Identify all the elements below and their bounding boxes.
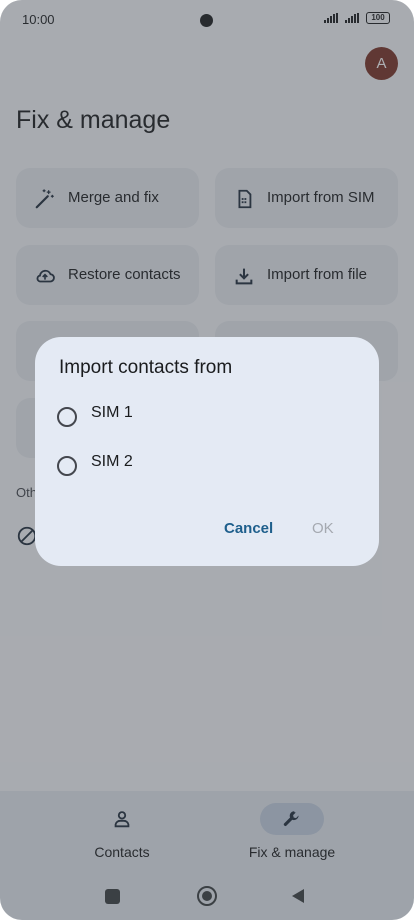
import-contacts-dialog: Import contacts from SIM 1 SIM 2 Cancel … [35, 337, 379, 566]
ok-button[interactable]: OK [312, 520, 334, 537]
radio-button[interactable] [57, 456, 77, 476]
dialog-title: Import contacts from [59, 357, 233, 378]
phone-screen: 10:00 100 A Fix & manage Merge and fix I… [0, 0, 414, 920]
radio-button[interactable] [57, 407, 77, 427]
sim2-option[interactable]: SIM 2 [55, 451, 335, 481]
sim1-option[interactable]: SIM 1 [55, 402, 335, 432]
option-label: SIM 1 [91, 404, 133, 421]
option-label: SIM 2 [91, 453, 133, 470]
cancel-button[interactable]: Cancel [224, 520, 273, 537]
